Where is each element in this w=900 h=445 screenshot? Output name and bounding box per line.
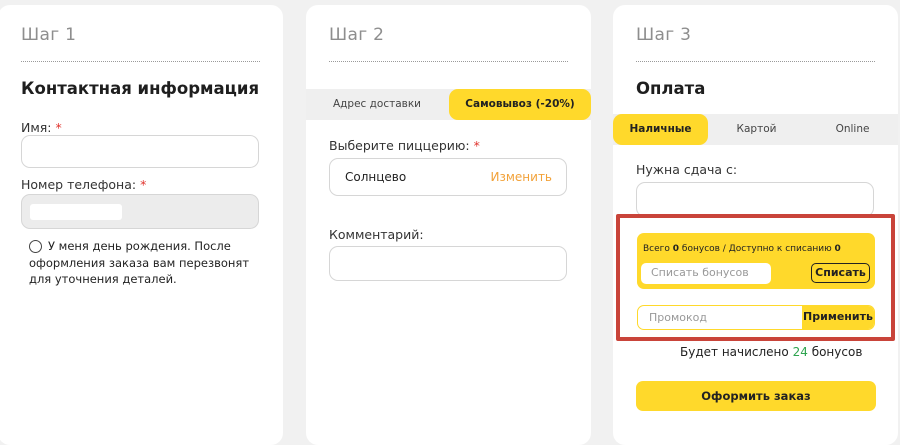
bonus-available-value: 0 [834,244,841,254]
accrual-value: 24 [792,345,808,359]
step1-title: Шаг 1 [21,25,77,45]
contact-info-heading: Контактная информация [21,79,260,98]
pizzeria-label: Выберите пиццерию: * [329,138,480,153]
bonus-amount-input[interactable]: Списать бонусов [641,263,771,284]
promo-field[interactable]: Промокод Применить [637,305,875,330]
delivery-tabs: Адрес доставки Самовывоз (-20%) [306,89,591,120]
bonus-input-placeholder: Списать бонусов [651,266,749,279]
required-mark: * [473,138,480,153]
birthday-text: У меня день рождения. После оформления з… [29,239,250,286]
bonus-box: Всего 0 бонусов / Доступно к списанию 0 … [637,233,875,289]
bonus-info: Всего 0 бонусов / Доступно к списанию 0 [643,244,841,254]
bonus-total-suffix: бонусов / Доступно к списанию [681,244,832,254]
required-mark: * [55,120,62,135]
phone-label-text: Номер телефона: [21,177,137,192]
promo-placeholder: Промокод [649,311,707,324]
tab-card[interactable]: Картой [709,114,804,145]
accrual-suffix: бонусов [811,345,863,359]
bonus-total-value: 0 [672,244,680,254]
phone-masked-value [30,204,122,220]
pizzeria-value: Солнцево [345,170,407,184]
required-mark: * [140,177,147,192]
bonus-accrual-text: Будет начислено 24 бонусов [680,345,862,359]
step2-card: Шаг 2 Адрес доставки Самовывоз (-20%) Вы… [306,5,591,445]
tab-delivery-address[interactable]: Адрес доставки [306,89,448,120]
apply-promo-button[interactable]: Применить [802,306,874,329]
name-input[interactable] [21,135,259,168]
name-label-text: Имя: [21,120,52,135]
change-pizzeria-link[interactable]: Изменить [491,170,553,184]
payment-heading: Оплата [636,79,706,98]
phone-label: Номер телефона: * [21,177,146,192]
comment-label: Комментарий: [329,227,424,242]
write-off-bonus-button[interactable]: Списать [811,263,870,283]
change-input[interactable] [636,182,874,217]
comment-input[interactable] [329,246,567,281]
divider [329,61,568,62]
accrual-prefix: Будет начислено [680,345,789,359]
tab-pickup[interactable]: Самовывоз (-20%) [449,89,591,120]
name-label: Имя: * [21,120,62,135]
change-label: Нужна сдача с: [636,162,738,177]
place-order-button[interactable]: Оформить заказ [636,381,876,411]
tab-online[interactable]: Online [805,114,900,145]
pizzeria-label-text: Выберите пиццерию: [329,138,470,153]
phone-input[interactable] [21,194,259,229]
divider [21,61,260,62]
tab-cash[interactable]: Наличные [613,114,708,145]
step2-title: Шаг 2 [329,25,385,45]
payment-tabs: Наличные Картой Online [613,114,898,145]
step1-card: Шаг 1 Контактная информация Имя: * Номер … [0,5,283,445]
divider [636,61,875,62]
bonus-total-prefix: Всего [643,244,670,254]
step3-title: Шаг 3 [636,25,692,45]
pizzeria-select[interactable]: Солнцево Изменить [329,158,567,196]
